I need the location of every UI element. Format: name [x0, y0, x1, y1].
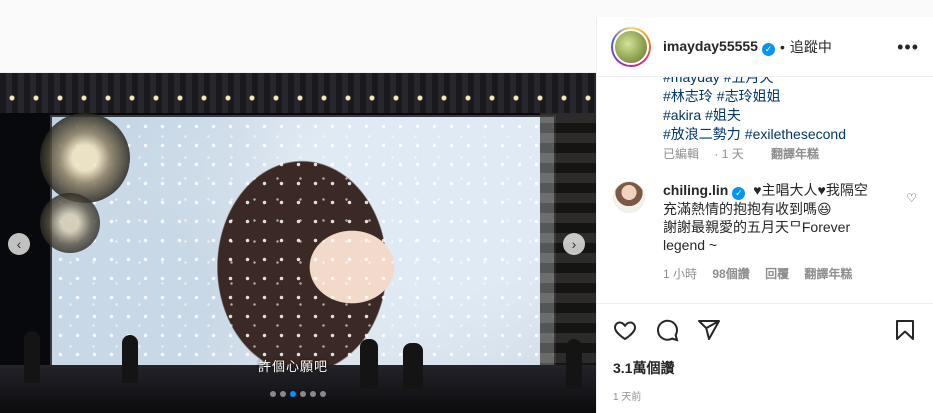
commenter-username-text: chiling.lin — [663, 182, 729, 198]
comment-bubble-icon[interactable] — [655, 318, 679, 342]
comment-time[interactable]: 1 小時 — [663, 267, 697, 281]
comment-meta: 1 小時 98個讚 回覆 翻譯年糕 — [663, 265, 864, 282]
stage-decoration-left-2 — [40, 193, 100, 253]
edited-text: 已編輯 — [663, 147, 700, 161]
comment-line: ♥主唱大人♥我隔空 — [753, 182, 868, 198]
carousel-next-button[interactable]: › — [563, 233, 585, 255]
carousel-dot — [290, 391, 296, 397]
caption-meta: 已編輯 · 1 天 翻譯年糕 — [663, 145, 831, 162]
following-button[interactable]: 追蹤中 — [790, 37, 832, 57]
verified-badge-icon: ✓ — [761, 42, 775, 56]
chevron-left-icon: ‹ — [16, 236, 22, 252]
stage-decoration-left — [40, 113, 130, 203]
chevron-right-icon: › — [571, 236, 577, 252]
commenter-username[interactable]: chiling.lin ✓ — [663, 182, 746, 200]
hashtag-line: #akira #姐夫 — [663, 106, 850, 125]
stage-lights — [0, 91, 596, 105]
comment-likes[interactable]: 98個讚 — [712, 267, 749, 281]
video-subtitle: 許個心願吧 — [258, 359, 329, 374]
like-heart-icon[interactable] — [613, 318, 637, 342]
hashtag-link[interactable]: #姐夫 — [705, 107, 741, 123]
performer — [566, 339, 582, 389]
hashtag-link[interactable]: #akira — [663, 107, 701, 123]
hashtag-line: #放浪二勢力 #exilethesecond — [663, 125, 850, 144]
carousel-dot — [270, 391, 276, 397]
caption-translate-link[interactable]: 翻譯年糕 — [771, 147, 819, 161]
post-date[interactable]: 1 天前 — [613, 388, 917, 403]
comment-line: legend ~ — [663, 237, 718, 253]
comment-text: chiling.lin ✓ ♥主唱大人♥我隔空 充滿熱情的抱抱有收到嗎😆 謝謝最親… — [663, 181, 893, 254]
comment-line: 充滿熱情的抱抱有收到嗎😆 — [663, 201, 832, 217]
likes-count[interactable]: 3.1萬個讚 — [613, 358, 917, 378]
post-actions: 3.1萬個讚 1 天前 — [597, 303, 933, 403]
hashtag-link[interactable]: #exilethesecond — [745, 126, 846, 142]
performer — [360, 339, 378, 389]
comment-translate-link[interactable]: 翻譯年糕 — [804, 267, 852, 281]
carousel-prev-button[interactable]: ‹ — [8, 233, 30, 255]
comment-reply-button[interactable]: 回覆 — [765, 267, 789, 281]
comment-line: 謝謝最親愛的五月天ᄆForever — [663, 219, 851, 235]
edited-label: 已編輯 · 1 天 — [663, 147, 744, 161]
action-icons-row — [613, 308, 917, 352]
carousel-dot — [300, 391, 306, 397]
more-options-icon[interactable]: ••• — [897, 38, 919, 56]
performer — [24, 331, 40, 383]
carousel-dot — [320, 391, 326, 397]
caption-partial-line[interactable]: #mayday #五月天 — [663, 77, 850, 87]
commenter-avatar[interactable] — [613, 181, 645, 213]
performer — [403, 343, 423, 389]
share-send-icon[interactable] — [697, 318, 721, 342]
page-top-band — [0, 0, 596, 73]
hashtag-link[interactable]: #放浪二勢力 — [663, 126, 741, 142]
carousel-dots — [270, 391, 326, 397]
author-avatar[interactable] — [611, 26, 651, 67]
post-side-panel: imayday55555 ✓ • 追蹤中 ••• #mayday #五月天 #林志… — [596, 17, 933, 413]
header-separator: • — [779, 38, 785, 55]
author-username[interactable]: imayday55555 ✓ — [663, 38, 775, 56]
post-media[interactable]: 許個心願吧 ‹ › — [0, 73, 596, 413]
hashtag-link[interactable]: #林志玲 — [663, 88, 713, 104]
caption-hashtags: #mayday #五月天 #林志玲 #志玲姐姐 #akira #姐夫 #放浪二勢力 #… — [663, 77, 850, 144]
hashtag-link[interactable]: #志玲姐姐 — [717, 88, 781, 104]
verified-badge-icon: ✓ — [732, 187, 746, 200]
carousel-dot — [310, 391, 316, 397]
caption-time[interactable]: 1 天 — [722, 147, 744, 161]
post-header: imayday55555 ✓ • 追蹤中 ••• — [597, 17, 933, 77]
performer — [122, 335, 138, 383]
author-username-text: imayday55555 — [663, 37, 758, 54]
carousel-dot — [280, 391, 286, 397]
comment-like-heart-icon[interactable]: ♡ — [906, 191, 917, 205]
hashtag-line: #林志玲 #志玲姐姐 — [663, 87, 850, 106]
comments-scroll-area[interactable]: #mayday #五月天 #林志玲 #志玲姐姐 #akira #姐夫 #放浪二勢力 #… — [597, 77, 933, 303]
bookmark-save-icon[interactable] — [893, 318, 917, 342]
avatar-image — [613, 28, 649, 65]
